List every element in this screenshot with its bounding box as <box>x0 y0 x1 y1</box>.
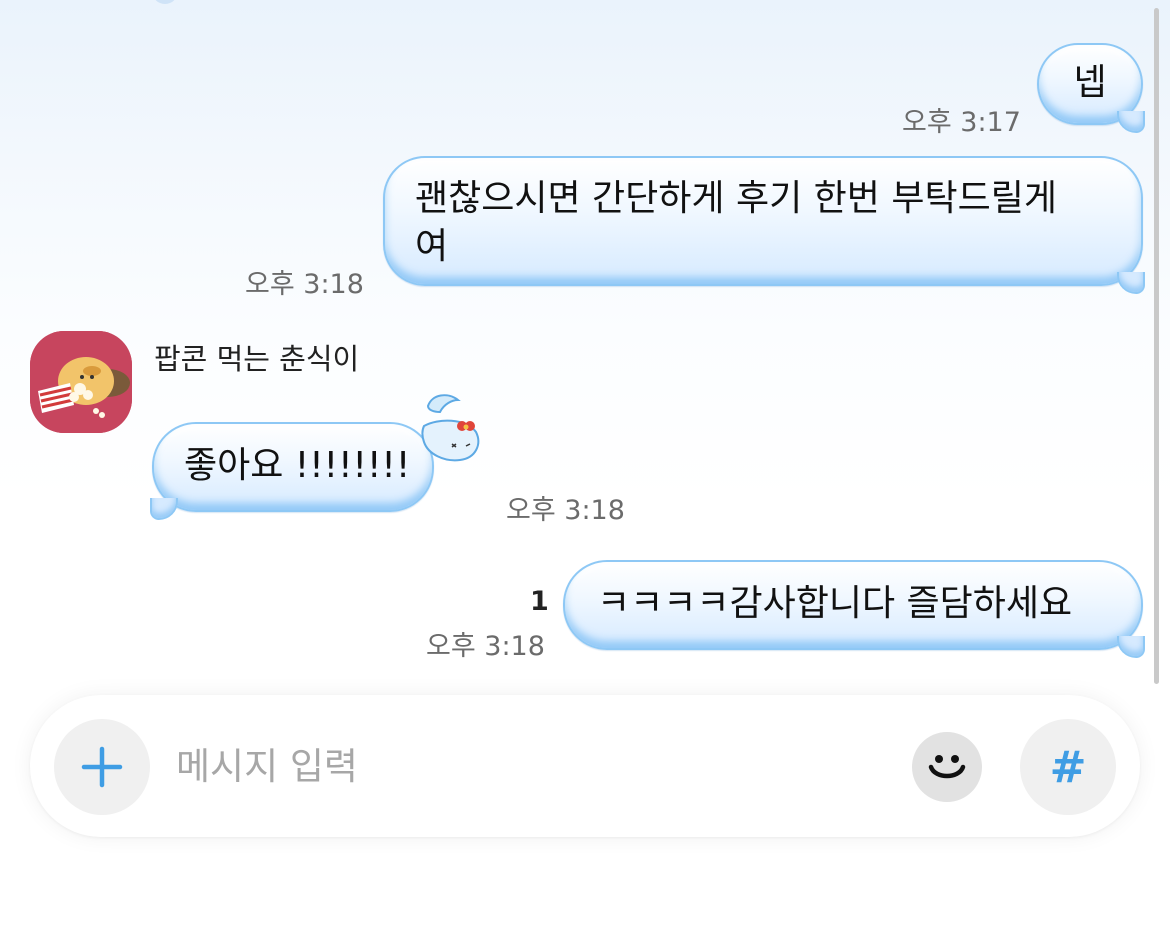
sender-name: 팝콘 먹는 춘식이 <box>154 342 360 376</box>
message-text: 좋아요 !!!!!!!! <box>184 445 411 486</box>
sent-message-bubble[interactable]: 넵 <box>1037 43 1145 133</box>
received-message-bubble[interactable]: 좋아요 !!!!!!!! <box>150 422 434 520</box>
plus-icon <box>81 746 123 788</box>
sent-message-bubble[interactable]: 괜찮으시면 간단하게 후기 한번 부탁드릴게 여 <box>383 156 1145 294</box>
partial-sticker-icon <box>152 0 178 4</box>
emoji-button[interactable] <box>912 732 982 802</box>
emoji-icon <box>928 755 966 779</box>
avatar[interactable] <box>30 331 132 433</box>
hashtag-button[interactable]: # <box>1020 719 1116 815</box>
hello-kitty-droplet-sticker-icon[interactable] <box>418 388 488 468</box>
chunsik-avatar-icon <box>30 331 132 433</box>
scrollbar[interactable] <box>1154 8 1159 684</box>
bubble-tail <box>150 498 178 520</box>
message-text-line: 괜찮으시면 간단하게 후기 한번 부탁드릴게 <box>415 178 1057 219</box>
attach-button[interactable] <box>54 719 150 815</box>
message-input-bar: # <box>30 695 1140 837</box>
chat-area[interactable]: 넵 오후 3:17 괜찮으시면 간단하게 후기 한번 부탁드릴게 여 오후 3:… <box>0 0 1170 690</box>
bubble-tail <box>1117 636 1145 658</box>
hash-icon: # <box>1049 741 1087 793</box>
bubble-tail <box>1117 111 1145 133</box>
unread-count-badge: 1 <box>530 586 549 617</box>
message-text: ㅋㅋㅋㅋ감사합니다 즐담하세요 <box>597 583 1073 624</box>
message-time: 오후 3:17 <box>902 107 1021 138</box>
message-time: 오후 3:18 <box>426 631 545 662</box>
message-text-line: 여 <box>415 226 449 267</box>
bubble-tail <box>1117 272 1145 294</box>
message-time: 오후 3:18 <box>245 269 364 300</box>
message-input[interactable] <box>176 739 876 793</box>
message-time: 오후 3:18 <box>506 495 625 526</box>
sent-message-bubble[interactable]: ㅋㅋㅋㅋ감사합니다 즐담하세요 <box>563 560 1145 658</box>
message-text: 넵 <box>1073 62 1107 103</box>
